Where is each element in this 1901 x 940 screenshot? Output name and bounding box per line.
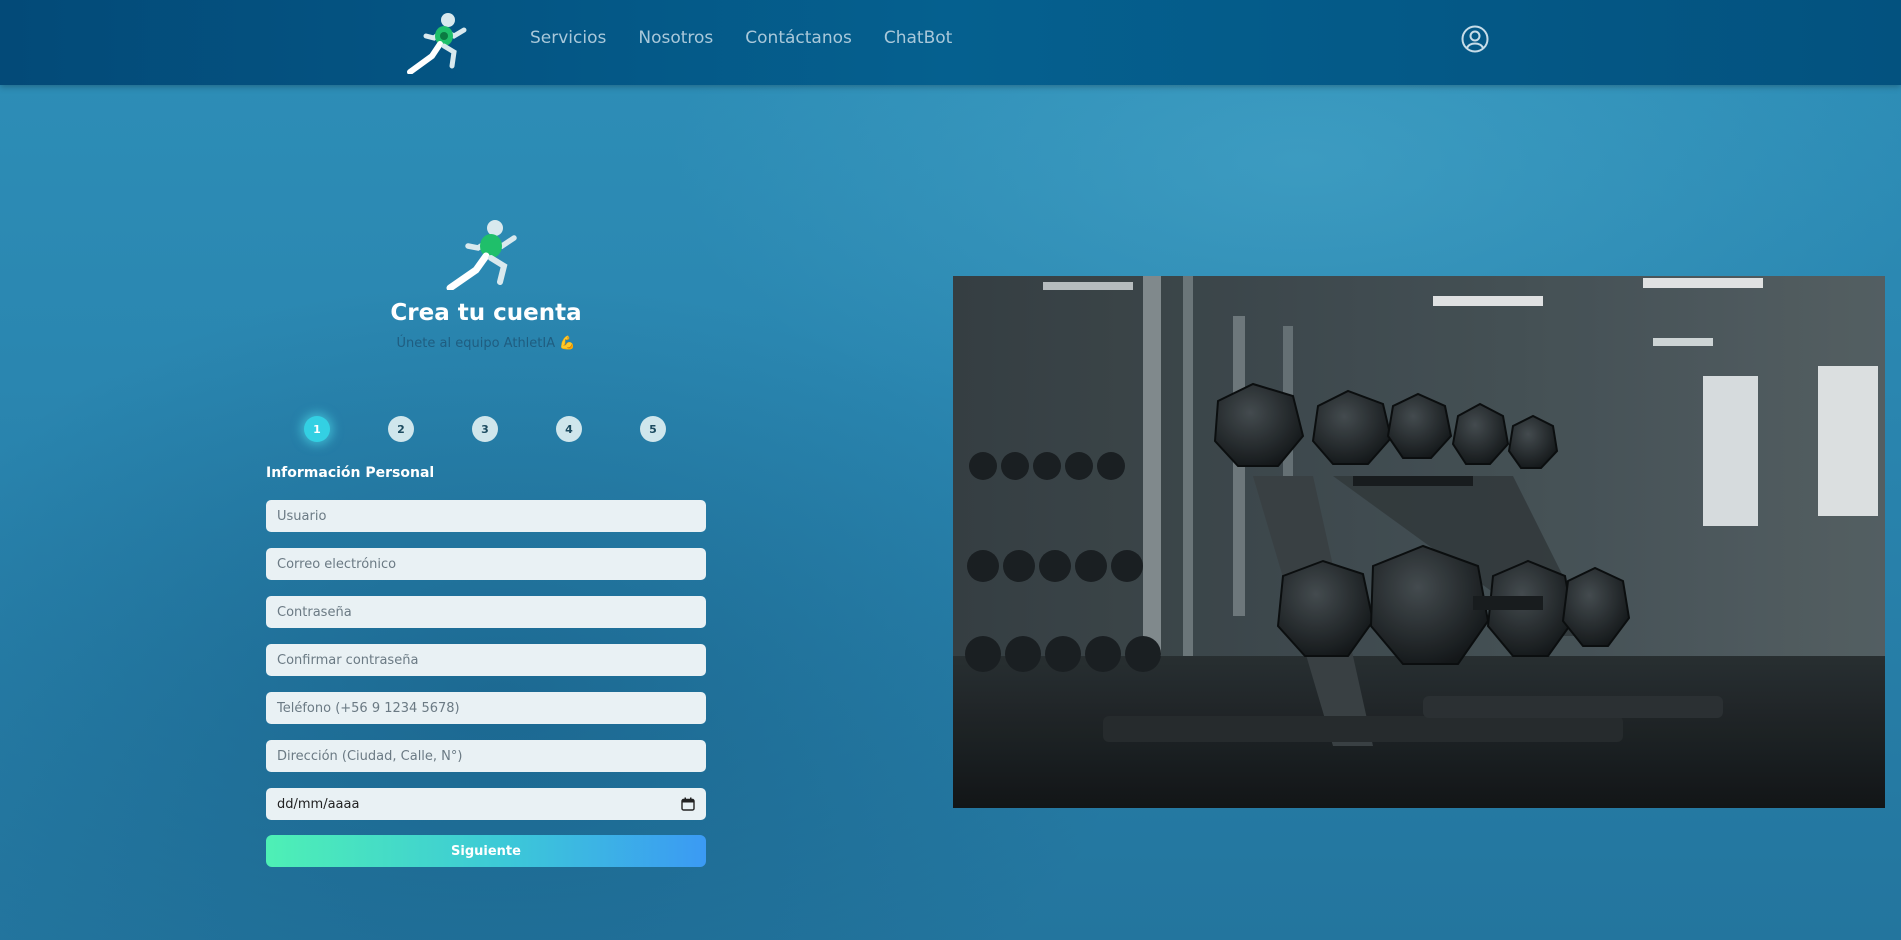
brand-logo-icon: [444, 214, 528, 292]
step-4[interactable]: 4: [556, 416, 582, 442]
address-placeholder: Dirección (Ciudad, Calle, N°): [277, 748, 463, 764]
nav-link-chatbot[interactable]: ChatBot: [884, 28, 952, 48]
nav-link-nosotros[interactable]: Nosotros: [638, 28, 713, 48]
username-field[interactable]: Usuario: [266, 500, 706, 532]
running-man-icon[interactable]: [404, 8, 476, 75]
main-nav: Servicios Nosotros Contáctanos ChatBot: [530, 28, 984, 48]
next-button[interactable]: Siguiente: [266, 835, 706, 867]
step-1[interactable]: 1: [304, 416, 330, 442]
top-navbar: Servicios Nosotros Contáctanos ChatBot: [0, 0, 1901, 85]
section-title: Información Personal: [266, 465, 435, 481]
phone-field[interactable]: Teléfono (+56 9 1234 5678): [266, 692, 706, 724]
birthdate-value: dd/mm/aaaa: [277, 796, 360, 812]
step-indicator: 1 2 3 4 5: [266, 416, 706, 446]
phone-placeholder: Teléfono (+56 9 1234 5678): [277, 700, 460, 716]
birthdate-field[interactable]: dd/mm/aaaa: [266, 788, 706, 820]
nav-link-contactanos[interactable]: Contáctanos: [745, 28, 852, 48]
username-placeholder: Usuario: [277, 508, 327, 524]
user-circle-icon[interactable]: [1460, 24, 1490, 54]
form-title: Crea tu cuenta: [390, 300, 582, 326]
confirm-password-placeholder: Confirmar contraseña: [277, 652, 419, 668]
confirm-password-field[interactable]: Confirmar contraseña: [266, 644, 706, 676]
step-5[interactable]: 5: [640, 416, 666, 442]
step-3[interactable]: 3: [472, 416, 498, 442]
gym-dumbbells-image: [953, 276, 1885, 808]
email-placeholder: Correo electrónico: [277, 556, 397, 572]
password-placeholder: Contraseña: [277, 604, 352, 620]
email-field[interactable]: Correo electrónico: [266, 548, 706, 580]
step-2[interactable]: 2: [388, 416, 414, 442]
calendar-icon[interactable]: [681, 797, 695, 811]
address-field[interactable]: Dirección (Ciudad, Calle, N°): [266, 740, 706, 772]
nav-link-servicios[interactable]: Servicios: [530, 28, 606, 48]
password-field[interactable]: Contraseña: [266, 596, 706, 628]
form-subtitle: Únete al equipo AthletIA 💪: [396, 336, 576, 351]
